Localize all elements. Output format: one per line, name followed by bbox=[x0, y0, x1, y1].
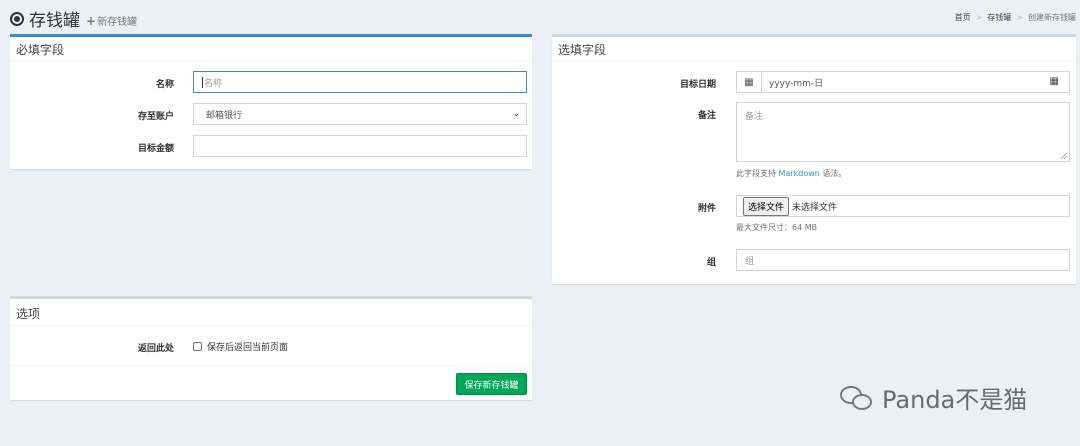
required-fields-title: 必填字段 bbox=[10, 37, 532, 61]
page-title: 存钱罐 bbox=[29, 11, 80, 31]
account-label: 存至账户 bbox=[137, 112, 174, 122]
breadcrumb-current: 创建新存钱罐 bbox=[1028, 13, 1076, 22]
calendar-picker-icon[interactable]: ▦ bbox=[1050, 76, 1059, 87]
notes-help-prefix: 此字段支持 bbox=[736, 169, 779, 178]
watermark-text: Panda不是猫 bbox=[882, 386, 1028, 414]
target-date-label: 目标日期 bbox=[679, 80, 716, 90]
page-subtitle-text: 新存钱罐 bbox=[97, 17, 138, 28]
optional-fields-box: 选填字段 目标日期 ▦ yyyy-mm-日 ▦ 备注 备注 此字段支持 Mark… bbox=[552, 34, 1076, 284]
page-subtitle: + 新存钱罐 bbox=[86, 13, 138, 29]
breadcrumb-separator: > bbox=[1016, 13, 1023, 22]
options-footer-divider bbox=[10, 365, 532, 366]
notes-help-text: 此字段支持 Markdown 语法。 bbox=[736, 168, 846, 179]
file-size-help: 最大文件尺寸：64 MB bbox=[736, 223, 818, 232]
group-label: 组 bbox=[706, 258, 716, 268]
group-input[interactable]: 组 bbox=[736, 249, 1070, 271]
breadcrumb-separator: > bbox=[975, 13, 983, 22]
name-input[interactable]: 名称 bbox=[193, 71, 527, 93]
notes-placeholder: 备注 bbox=[745, 112, 764, 122]
optional-fields-title: 选填字段 bbox=[552, 37, 1076, 61]
amount-input[interactable] bbox=[193, 135, 527, 157]
notes-textarea[interactable]: 备注 bbox=[736, 102, 1070, 162]
notes-label: 备注 bbox=[697, 111, 716, 121]
content-header: 存钱罐 + 新存钱罐 首页 > 存钱罐 > 创建新存钱罐 bbox=[0, 0, 1080, 36]
options-box: 选项 返回此处 保存后返回当前页面 保存新存钱罐 bbox=[10, 296, 532, 400]
target-date-placeholder: yyyy-mm-日 bbox=[769, 78, 824, 89]
save-button[interactable]: 保存新存钱罐 bbox=[456, 373, 527, 395]
markdown-link[interactable]: Markdown bbox=[779, 169, 820, 178]
calendar-icon: ▦ bbox=[737, 72, 762, 92]
choose-file-button[interactable]: 选择文件 bbox=[743, 196, 790, 216]
breadcrumb-piggybanks[interactable]: 存钱罐 bbox=[987, 12, 1011, 23]
return-here-checkbox[interactable] bbox=[193, 342, 202, 351]
breadcrumb-home[interactable]: 首页 bbox=[955, 12, 971, 23]
amount-label: 目标金额 bbox=[137, 144, 174, 154]
title-area: 存钱罐 + 新存钱罐 bbox=[10, 6, 137, 31]
file-status: 未选择文件 bbox=[792, 202, 838, 213]
account-select[interactable]: 邮箱银行 ⌄ bbox=[193, 103, 527, 125]
account-selected-value: 邮箱银行 bbox=[206, 110, 243, 121]
required-fields-box: 必填字段 名称 名称 存至账户 邮箱银行 ⌄ 目标金额 bbox=[10, 34, 532, 169]
return-here-checkbox-label: 保存后返回当前页面 bbox=[207, 343, 289, 353]
options-title: 选项 bbox=[10, 299, 532, 326]
name-placeholder: 名称 bbox=[204, 78, 223, 89]
resize-handle[interactable] bbox=[1060, 152, 1067, 159]
breadcrumb: 首页 > 存钱罐 > 创建新存钱罐 bbox=[955, 12, 1076, 23]
wechat-icon bbox=[840, 384, 876, 412]
name-label: 名称 bbox=[155, 80, 174, 90]
return-here-option[interactable]: 保存后返回当前页面 bbox=[193, 340, 288, 353]
text-caret bbox=[202, 76, 203, 88]
target-date-input[interactable]: ▦ yyyy-mm-日 ▦ bbox=[736, 71, 1070, 93]
chevron-down-icon: ⌄ bbox=[512, 109, 520, 119]
plus-icon: + bbox=[86, 13, 97, 28]
watermark: Panda不是猫 bbox=[840, 380, 1027, 415]
return-here-label: 返回此处 bbox=[137, 344, 174, 354]
attachment-label: 附件 bbox=[697, 204, 716, 214]
notes-help-suffix: 语法。 bbox=[819, 169, 847, 178]
attachment-input[interactable]: 选择文件 未选择文件 bbox=[736, 195, 1070, 217]
group-placeholder: 组 bbox=[745, 256, 755, 267]
target-icon bbox=[10, 11, 24, 26]
